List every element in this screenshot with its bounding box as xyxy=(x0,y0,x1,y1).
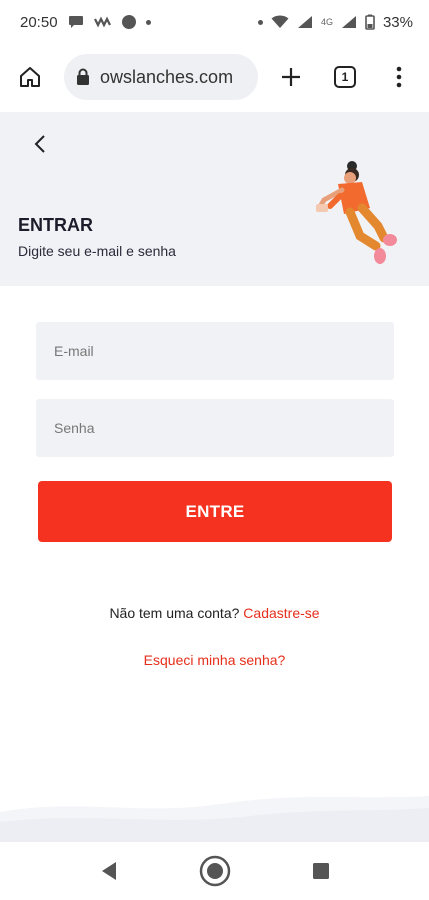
email-field[interactable] xyxy=(36,322,394,380)
url-text: owslanches.com xyxy=(100,66,234,87)
page-title: ENTRAR xyxy=(18,215,93,235)
bottom-wave-decoration xyxy=(0,796,429,842)
status-time: 20:50 xyxy=(20,13,58,31)
dot-icon xyxy=(257,19,263,25)
new-tab-button[interactable] xyxy=(273,59,309,95)
more-vert-icon xyxy=(396,66,402,88)
back-button[interactable] xyxy=(26,130,54,158)
signal-icon xyxy=(341,16,356,28)
url-bar[interactable]: owslanches.com xyxy=(64,54,258,100)
signup-prompt-row: Não tem uma conta? Cadastre-se xyxy=(0,605,429,621)
tabs-button[interactable]: 1 xyxy=(327,59,363,95)
home-icon xyxy=(20,67,40,87)
dot-icon xyxy=(145,19,151,25)
status-bar: 20:50 4G 33% xyxy=(0,0,429,44)
tabs-icon: 1 xyxy=(334,66,356,88)
voicemail-icon xyxy=(93,16,111,28)
chevron-left-icon xyxy=(34,135,45,153)
battery-percent: 33% xyxy=(382,13,413,31)
wifi-icon xyxy=(271,15,289,28)
home-button[interactable] xyxy=(12,59,48,95)
login-button[interactable]: ENTRE xyxy=(38,481,392,542)
signal-icon xyxy=(297,16,312,28)
circle-home-icon xyxy=(199,855,230,887)
login-header: ENTRAR Digite seu e-mail e senha xyxy=(0,112,429,286)
android-nav-bar xyxy=(0,842,429,900)
forgot-password-row: Esqueci minha senha? xyxy=(0,652,429,668)
chat-bubble-icon xyxy=(68,16,83,28)
circle-icon xyxy=(121,15,136,29)
signup-prompt: Não tem uma conta? xyxy=(109,605,240,621)
page-subtitle: Digite seu e-mail e senha xyxy=(18,243,176,259)
signup-link[interactable]: Cadastre-se xyxy=(243,605,319,621)
forgot-password-link[interactable]: Esqueci minha senha? xyxy=(144,652,286,668)
person-jumping-illustration xyxy=(316,161,397,264)
battery-icon xyxy=(365,14,375,30)
network-label: 4G xyxy=(320,17,333,27)
nav-recents-button[interactable] xyxy=(303,853,339,889)
password-field[interactable] xyxy=(36,399,394,457)
square-recents-icon xyxy=(312,863,329,879)
nav-back-button[interactable] xyxy=(91,853,127,889)
lock-icon xyxy=(77,68,89,85)
plus-icon xyxy=(282,68,300,86)
nav-home-button[interactable] xyxy=(197,853,233,889)
browser-toolbar: owslanches.com 1 xyxy=(0,44,429,110)
menu-button[interactable] xyxy=(381,59,417,95)
triangle-back-icon xyxy=(101,862,116,880)
